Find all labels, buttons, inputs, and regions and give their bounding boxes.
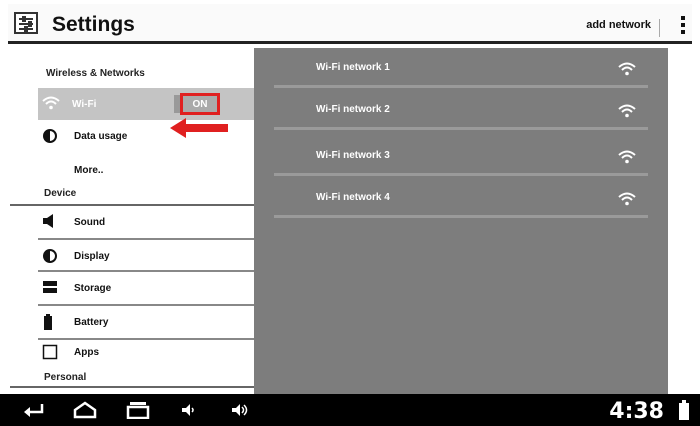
status-clock: 4:38	[609, 399, 664, 424]
divider	[274, 215, 648, 218]
back-icon[interactable]	[22, 401, 46, 419]
sidebar-item-label: Apps	[74, 346, 99, 358]
volume-up-icon[interactable]	[230, 401, 252, 419]
sidebar-item-sound[interactable]: Sound	[38, 206, 254, 238]
sidebar-item-wifi[interactable]: Wi-Fi	[38, 88, 254, 120]
sidebar-item-label: Sound	[74, 216, 106, 228]
wifi-signal-icon	[618, 150, 636, 164]
add-network-button[interactable]: add network	[586, 19, 660, 37]
page-title: Settings	[52, 13, 135, 36]
section-header-device: Device	[44, 188, 77, 199]
wifi-signal-icon	[618, 192, 636, 206]
section-header-wireless: Wireless & Networks	[46, 68, 145, 79]
overflow-menu-icon[interactable]	[680, 16, 686, 34]
sidebar-item-display[interactable]: Display	[38, 240, 254, 272]
speaker-icon	[42, 214, 60, 230]
wifi-network-list: Wi-Fi network 1 Wi-Fi network 2 Wi-Fi ne…	[254, 48, 668, 394]
sidebar-item-label: Battery	[74, 316, 109, 328]
system-navigation-bar: 4:38	[0, 394, 700, 426]
list-item-network[interactable]: Wi-Fi network 2	[274, 90, 648, 132]
battery-status-icon	[679, 400, 689, 420]
storage-icon	[42, 280, 60, 296]
settings-list: Wireless & Networks Wi-Fi ON Data usage …	[10, 48, 254, 394]
divider	[274, 127, 648, 130]
sidebar-item-label: Wi-Fi	[72, 98, 97, 110]
sidebar-item-more[interactable]: More..	[38, 154, 254, 186]
sidebar-item-label: Data usage	[74, 130, 128, 142]
page-margin	[668, 48, 692, 394]
wifi-signal-icon	[618, 62, 636, 76]
sidebar-item-apps[interactable]: Apps	[38, 336, 254, 368]
sidebar-item-label: Display	[74, 250, 110, 262]
settings-sliders-icon	[14, 12, 38, 34]
list-item-network[interactable]: Wi-Fi network 4	[274, 178, 648, 220]
home-icon[interactable]	[72, 401, 98, 419]
volume-down-icon[interactable]	[180, 401, 198, 419]
battery-icon	[42, 314, 60, 330]
action-bar: Settings add network	[8, 4, 692, 44]
divider	[10, 386, 254, 388]
wifi-signal-icon	[618, 104, 636, 118]
divider	[274, 173, 648, 176]
apps-icon	[42, 344, 60, 360]
sidebar-item-storage[interactable]: Storage	[38, 272, 254, 304]
network-name: Wi-Fi network 3	[316, 150, 390, 161]
network-name: Wi-Fi network 2	[316, 104, 390, 115]
data-usage-icon	[42, 128, 60, 144]
section-header-personal: Personal	[44, 372, 87, 383]
list-item-network[interactable]: Wi-Fi network 3	[274, 136, 648, 178]
network-name: Wi-Fi network 1	[316, 62, 390, 73]
sidebar-item-label: Storage	[74, 282, 112, 294]
wifi-icon	[42, 96, 60, 112]
network-name: Wi-Fi network 4	[316, 192, 390, 203]
recent-apps-icon[interactable]	[126, 401, 150, 419]
wifi-toggle-on[interactable]: ON	[180, 93, 220, 115]
arrow-pointer-icon	[170, 118, 228, 138]
brightness-icon	[42, 248, 60, 264]
divider	[274, 85, 648, 88]
sidebar-item-battery[interactable]: Battery	[38, 306, 254, 338]
sidebar-item-label: More..	[74, 164, 104, 176]
list-item-network[interactable]: Wi-Fi network 1	[274, 48, 648, 90]
